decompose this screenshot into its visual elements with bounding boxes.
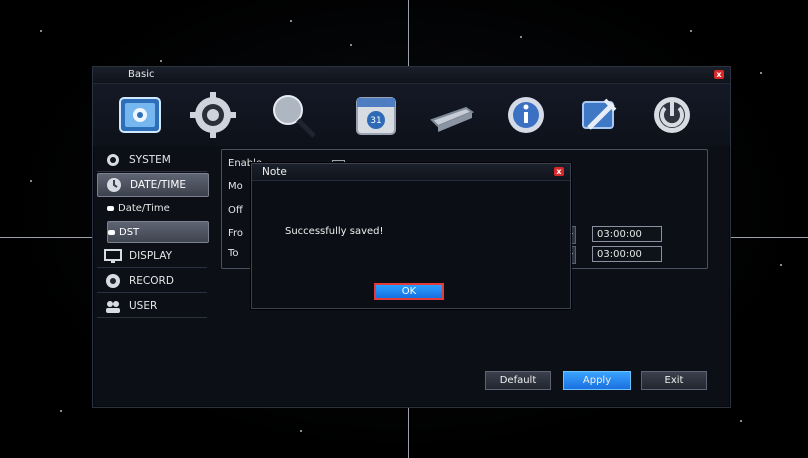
background-star xyxy=(300,430,302,432)
dialog-title: Note xyxy=(262,166,287,178)
users-icon xyxy=(103,298,123,314)
background-star xyxy=(760,72,762,74)
window-title: Basic xyxy=(128,69,155,80)
sidebar-item-display[interactable]: DISPLAY xyxy=(97,245,207,268)
note-dialog: Note x Successfully saved! OK xyxy=(251,163,571,309)
to-time-input[interactable]: 03:00:00 xyxy=(592,246,662,262)
calendar-schedule-icon[interactable]: 31 xyxy=(351,90,401,140)
background-star xyxy=(160,60,162,62)
offset-label: Off xyxy=(228,205,243,216)
bullet-icon xyxy=(107,205,114,211)
record-icon xyxy=(103,273,123,289)
to-label: To xyxy=(228,248,239,259)
sidebar-item-user[interactable]: USER xyxy=(97,295,207,318)
dialog-close-button[interactable]: x xyxy=(554,167,564,176)
svg-text:31: 31 xyxy=(370,116,381,126)
sidebar-subitem-label: Date/Time xyxy=(118,202,170,214)
sidebar-subitem-label: DST xyxy=(119,226,140,238)
clock-icon xyxy=(104,177,124,193)
info-icon[interactable] xyxy=(501,90,551,140)
exit-button[interactable]: Exit xyxy=(641,371,707,390)
dialog-titlebar: Note x xyxy=(252,164,570,181)
gear-icon xyxy=(103,152,123,168)
background-star xyxy=(290,20,292,22)
bullet-icon xyxy=(108,229,115,235)
basic-settings-icon[interactable] xyxy=(115,90,165,140)
sidebar-item-label: RECORD xyxy=(129,275,174,287)
background-star xyxy=(60,410,62,412)
sidebar-item-system[interactable]: SYSTEM xyxy=(97,149,207,172)
background-star xyxy=(40,30,42,32)
dialog-message: Successfully saved! xyxy=(285,226,384,237)
sidebar-subitem-datetime[interactable]: Date/Time xyxy=(107,198,207,218)
tools-icon[interactable] xyxy=(575,90,625,140)
sidebar-item-record[interactable]: RECORD xyxy=(97,270,207,293)
window-close-button[interactable]: x xyxy=(714,70,724,79)
apply-button[interactable]: Apply xyxy=(563,371,631,390)
background-star xyxy=(30,180,32,182)
sidebar-item-label: USER xyxy=(129,300,158,312)
monitor-icon xyxy=(103,248,123,264)
hard-drive-icon[interactable] xyxy=(426,90,476,140)
sidebar-item-label: DATE/TIME xyxy=(130,179,187,191)
search-magnifier-icon[interactable] xyxy=(268,90,318,140)
sidebar-item-label: SYSTEM xyxy=(129,154,171,166)
from-time-input[interactable]: 03:00:00 xyxy=(592,226,662,242)
from-label: Fro xyxy=(228,228,244,239)
background-star xyxy=(740,420,742,422)
background-star xyxy=(780,264,782,266)
ok-button[interactable]: OK xyxy=(374,283,444,300)
toolbar: 31 xyxy=(93,84,730,146)
gear-icon[interactable] xyxy=(188,90,238,140)
window-titlebar: Basic x xyxy=(93,67,730,84)
mode-label: Mo xyxy=(228,181,243,192)
background-star xyxy=(520,36,522,38)
background-star xyxy=(690,30,692,32)
sidebar-subitem-dst[interactable]: DST xyxy=(107,221,209,243)
background-star xyxy=(350,44,352,46)
default-button[interactable]: Default xyxy=(485,371,551,390)
power-icon[interactable] xyxy=(647,90,697,140)
sidebar-item-datetime[interactable]: DATE/TIME xyxy=(97,173,209,197)
sidebar-item-label: DISPLAY xyxy=(129,250,173,262)
